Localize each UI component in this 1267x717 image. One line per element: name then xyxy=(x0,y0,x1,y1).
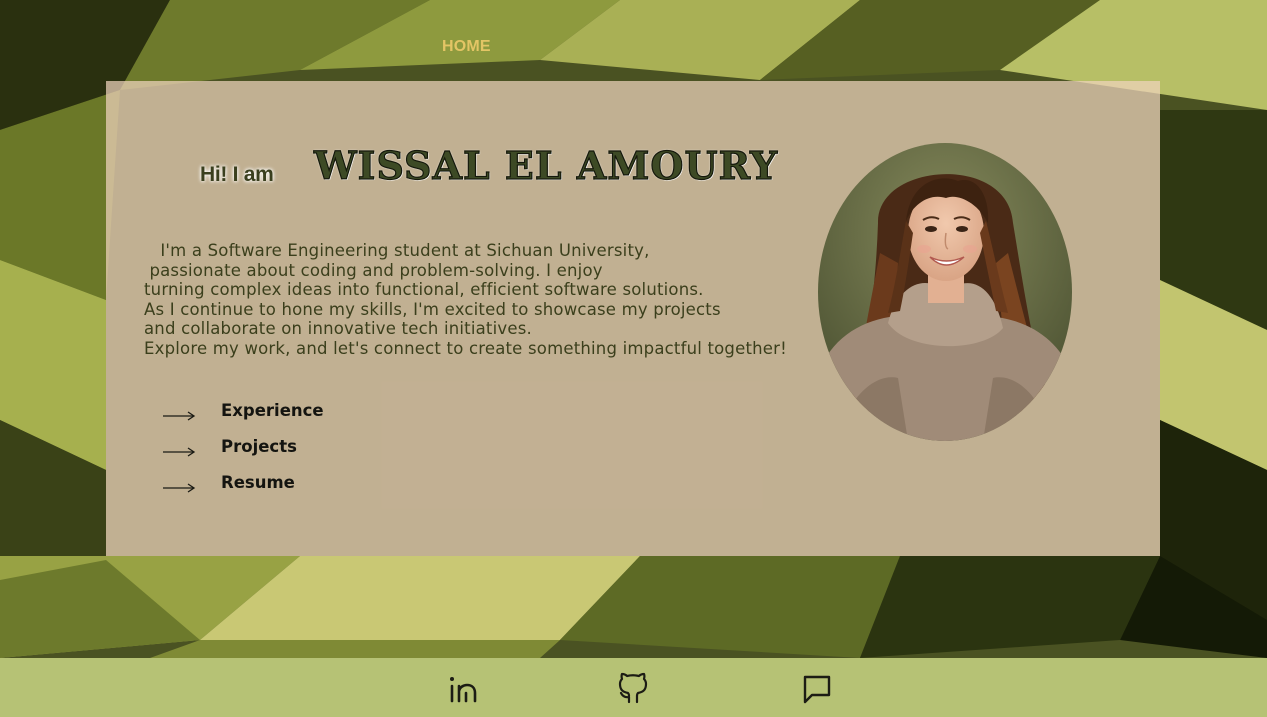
experience-link[interactable]: Experience xyxy=(162,399,362,435)
page-title: WISSAL EL AMOURY xyxy=(313,142,779,188)
profile-photo xyxy=(818,143,1072,441)
bio-line: I'm a Software Engineering student at Si… xyxy=(144,241,650,260)
bio-line: Explore my work, and let's connect to cr… xyxy=(144,338,787,358)
bio-paragraph: I'm a Software Engineering student at Si… xyxy=(144,241,824,358)
arrow-right-icon xyxy=(163,483,196,493)
page: HOME Hi! I am WISSAL EL AMOURY I'm a Sof… xyxy=(0,0,1267,717)
avatar xyxy=(818,143,1072,441)
section-links: Experience Projects Resume xyxy=(162,399,362,507)
greeting-text: Hi! I am xyxy=(200,163,274,186)
bio-line: As I continue to hone my skills, I'm exc… xyxy=(144,299,721,319)
experience-link-label[interactable]: Experience xyxy=(221,401,324,420)
nav-home-link[interactable]: HOME xyxy=(442,38,491,56)
projects-link-label[interactable]: Projects xyxy=(221,437,297,456)
bio-line: and collaborate on innovative tech initi… xyxy=(144,319,532,338)
message-icon xyxy=(803,675,831,704)
bio-line: passionate about coding and problem-solv… xyxy=(144,260,603,280)
resume-link[interactable]: Resume xyxy=(162,471,362,507)
linkedin-icon xyxy=(450,677,477,703)
github-link[interactable] xyxy=(616,672,650,706)
arrow-right-icon xyxy=(163,447,196,457)
github-icon xyxy=(618,672,648,704)
contact-link[interactable] xyxy=(800,672,834,706)
top-nav: HOME xyxy=(0,0,1267,80)
resume-link-label[interactable]: Resume xyxy=(221,473,295,492)
linkedin-link[interactable] xyxy=(447,672,481,706)
bio-line: turning complex ideas into functional, e… xyxy=(144,280,704,299)
arrow-right-icon xyxy=(163,411,196,421)
hero-card: Hi! I am WISSAL EL AMOURY I'm a Software… xyxy=(106,81,1160,556)
projects-link[interactable]: Projects xyxy=(162,435,362,471)
footer-bar xyxy=(0,658,1267,717)
